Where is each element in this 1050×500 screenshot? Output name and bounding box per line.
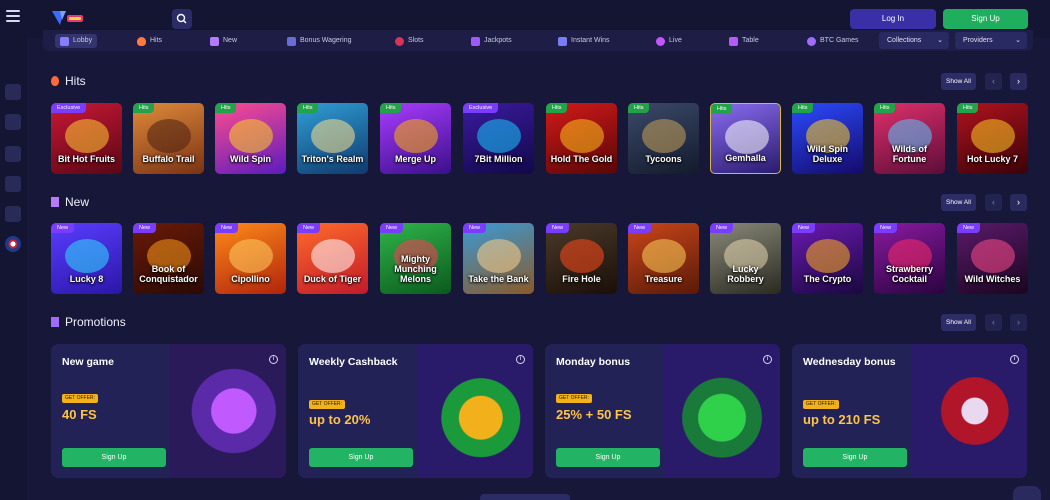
flame-icon [137, 36, 146, 46]
bitcoin-icon [807, 36, 816, 46]
game-tile[interactable]: New Fire Hole [546, 223, 617, 294]
hits-prev-arrow[interactable]: ‹ [985, 73, 1002, 90]
dice-icon [60, 36, 69, 46]
new-prev-arrow[interactable]: ‹ [985, 194, 1002, 211]
category-lobby[interactable]: Lobby [55, 34, 98, 48]
promo-signup-button[interactable]: Sign Up [62, 448, 166, 467]
new-show-all-button[interactable]: Show All [941, 194, 976, 211]
hits-heading: Hits [51, 74, 86, 88]
bonus-icon [287, 36, 296, 46]
category-hits[interactable]: Hits [137, 34, 162, 48]
game-tile[interactable]: New Lucky 8 [51, 223, 122, 294]
search-icon [176, 13, 187, 24]
hits-show-all-button[interactable]: Show All [941, 73, 976, 90]
game-tile[interactable]: Hits Merge Up [380, 103, 451, 174]
promo-art-cash [664, 344, 780, 478]
language-flag-icon[interactable] [5, 236, 21, 252]
info-icon[interactable]: i [1010, 355, 1019, 364]
new-heading: New [51, 195, 89, 209]
game-tile[interactable]: New Lucky Robbery [710, 223, 781, 294]
promo-art-percent [417, 344, 533, 478]
game-tile[interactable]: Hits Hot Lucky 7 [957, 103, 1028, 174]
category-new[interactable]: New [210, 34, 237, 48]
game-tile[interactable]: New Cipollino [215, 223, 286, 294]
info-icon[interactable]: i [763, 355, 772, 364]
category-live[interactable]: Live [656, 34, 682, 48]
menu-icon[interactable] [6, 10, 20, 24]
game-tile[interactable]: New Book of Conquistador [133, 223, 204, 294]
sparkle-icon [51, 197, 59, 207]
signup-button[interactable]: Sign Up [943, 9, 1028, 29]
site-logo[interactable] [50, 8, 86, 28]
promo-card: Weekly Cashback GET OFFER: up to 20% Sig… [298, 344, 533, 478]
sparkle-icon [210, 36, 219, 46]
hits-next-arrow[interactable]: › [1010, 73, 1027, 90]
game-tile[interactable]: New Wild Witches [957, 223, 1028, 294]
promotions-prev-arrow[interactable]: ‹ [985, 314, 1002, 331]
mail-icon[interactable] [5, 206, 21, 222]
category-btc-games[interactable]: BTC Games [807, 34, 859, 48]
cards-icon [729, 36, 738, 46]
game-tile[interactable]: New Duck of Tiger [297, 223, 368, 294]
gift-icon [51, 317, 59, 327]
jackpot-icon [471, 36, 480, 46]
rocket-icon [558, 36, 567, 46]
game-tile[interactable]: New Take the Bank [463, 223, 534, 294]
left-sidebar [0, 38, 27, 500]
chevron-down-icon: ⌄ [1015, 37, 1021, 44]
clover-icon[interactable] [5, 84, 21, 100]
promo-signup-button[interactable]: Sign Up [556, 448, 660, 467]
promo-card: Monday bonus GET OFFER: 25% + 50 FS Sign… [545, 344, 780, 478]
chat-icon[interactable] [1013, 486, 1041, 500]
game-tile[interactable]: Hits Buffalo Trail [133, 103, 204, 174]
game-tile[interactable]: Hits Gemhalla [710, 103, 781, 174]
promo-card: New game GET OFFER: 40 FS Sign Up i [51, 344, 286, 478]
chevron-down-icon: ⌄ [937, 37, 943, 44]
game-tile[interactable]: New Mighty Munching Melons [380, 223, 451, 294]
info-icon[interactable]: i [516, 355, 525, 364]
promo-art-lady [911, 344, 1027, 478]
game-tile[interactable]: Hits Hold The Gold [546, 103, 617, 174]
new-next-arrow[interactable]: › [1010, 194, 1027, 211]
promo-card: Wednesday bonus GET OFFER: up to 210 FS … [792, 344, 1027, 478]
megaphone-icon[interactable] [5, 114, 21, 130]
promotions-next-arrow[interactable]: › [1010, 314, 1027, 331]
category-slots[interactable]: Slots [395, 34, 424, 48]
crown-icon[interactable] [5, 146, 21, 162]
providers-dropdown[interactable]: Providers ⌄ [955, 32, 1027, 49]
game-tile[interactable]: Hits Tycoons [628, 103, 699, 174]
game-tile[interactable]: New The Crypto [792, 223, 863, 294]
game-tile[interactable]: Hits Wild Spin Deluxe [792, 103, 863, 174]
bottom-tab[interactable] [480, 494, 570, 500]
category-bonus-wagering[interactable]: Bonus Wagering [287, 34, 352, 48]
collections-dropdown[interactable]: Collections ⌄ [879, 32, 949, 49]
promo-art-slot-reels [170, 344, 286, 478]
cherry-icon [395, 36, 404, 46]
promo-signup-button[interactable]: Sign Up [309, 448, 413, 467]
login-button[interactable]: Log In [850, 9, 936, 29]
category-bar: Lobby Hits New Bonus Wagering Slots Jack… [43, 30, 1033, 51]
game-tile[interactable]: New Strawberry Cocktail [874, 223, 945, 294]
game-tile[interactable]: Hits Triton's Realm [297, 103, 368, 174]
promo-signup-button[interactable]: Sign Up [803, 448, 907, 467]
wallet-icon[interactable] [5, 176, 21, 192]
category-jackpots[interactable]: Jackpots [471, 34, 512, 48]
category-table[interactable]: Table [729, 34, 759, 48]
game-tile[interactable]: New Treasure [628, 223, 699, 294]
promotions-show-all-button[interactable]: Show All [941, 314, 976, 331]
promotions-heading: Promotions [51, 315, 126, 329]
info-icon[interactable]: i [269, 355, 278, 364]
game-tile[interactable]: Exclusive Bit Hot Fruits [51, 103, 122, 174]
live-icon [656, 36, 665, 46]
flame-icon [51, 76, 59, 86]
search-button[interactable] [172, 9, 192, 29]
game-tile[interactable]: Hits Wilds of Fortune [874, 103, 945, 174]
game-tile[interactable]: Hits Wild Spin [215, 103, 286, 174]
category-instant-wins[interactable]: Instant Wins [558, 34, 610, 48]
game-tile[interactable]: Exclusive 7Bit Million [463, 103, 534, 174]
